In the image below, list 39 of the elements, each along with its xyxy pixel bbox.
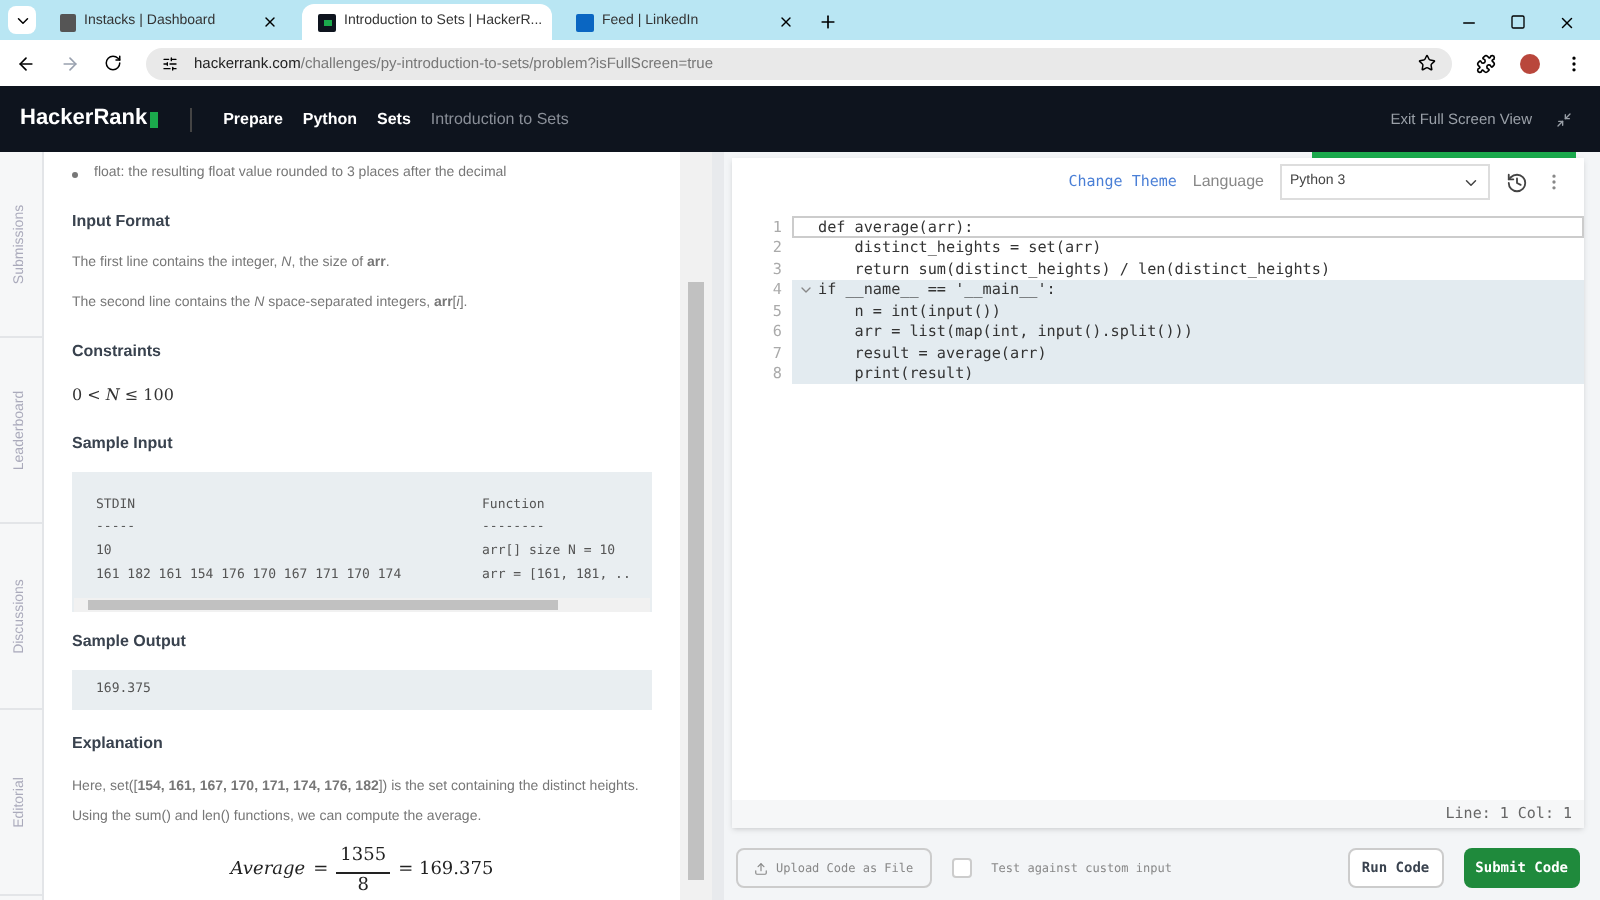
language-label: Language [1192, 170, 1264, 194]
formula-label: Average [230, 858, 306, 885]
denominator: 8 [357, 873, 369, 899]
close-icon [1558, 14, 1576, 32]
section-heading: Constraints [72, 339, 163, 363]
close-icon [778, 14, 794, 30]
numerator: 1355 [336, 844, 391, 873]
history-icon [1506, 171, 1528, 193]
hackerrank-logo[interactable]: HackerRank [20, 102, 158, 136]
tab-list-button[interactable] [8, 6, 36, 34]
site-settings-icon [162, 55, 178, 71]
equals-sign: = [313, 858, 329, 885]
breadcrumb-link[interactable]: Introduction to Sets [430, 107, 569, 131]
profile-avatar[interactable] [1520, 53, 1540, 73]
forward-icon [60, 53, 80, 73]
site-icon [576, 13, 594, 31]
constraint-formula: 0 < N ≤ 100 [72, 383, 176, 407]
new-tab-icon [818, 12, 838, 32]
star-icon [1418, 54, 1436, 72]
minimize-icon [1556, 111, 1572, 127]
section-heading: Input Format [72, 209, 172, 233]
reload-icon [104, 54, 122, 72]
breadcrumb-link[interactable]: Prepare [223, 107, 283, 131]
breadcrumb-link[interactable]: Sets [377, 107, 411, 131]
maximize-icon [1510, 14, 1526, 30]
puzzle-icon [1476, 53, 1496, 73]
page-icon [60, 13, 76, 31]
section-heading: Explanation [72, 732, 165, 756]
vertical-scrollbar[interactable] [680, 152, 712, 900]
upload-icon [754, 861, 768, 875]
site-icon [318, 13, 336, 31]
formula-result: = 169.375 [398, 858, 494, 885]
close-icon [262, 14, 278, 30]
custom-input-checkbox[interactable] [951, 858, 972, 878]
horizontal-scrollbar[interactable] [74, 597, 650, 611]
back-icon [16, 53, 36, 73]
section-heading: Sample Output [72, 629, 188, 653]
breadcrumb-link[interactable]: Python [302, 107, 357, 131]
section-heading: Sample Input [72, 431, 175, 455]
